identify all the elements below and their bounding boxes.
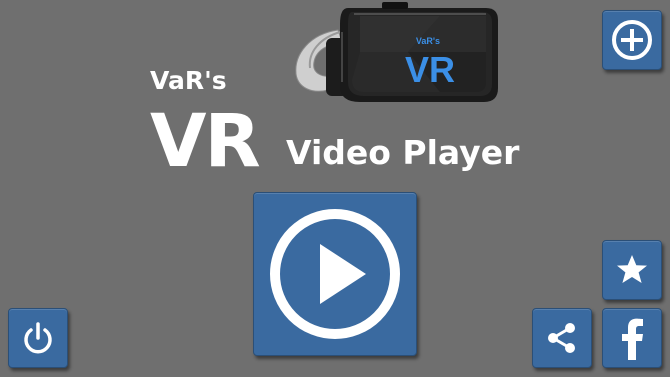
share-icon xyxy=(548,323,575,353)
app-title-subtitle: Video Player xyxy=(286,133,520,172)
power-icon xyxy=(24,322,52,354)
share-button[interactable] xyxy=(532,308,592,368)
app-brand-label: VaR's xyxy=(150,66,227,95)
plus-circle-icon xyxy=(612,20,652,60)
star-icon xyxy=(617,255,647,283)
vr-headset-logo: VaR's VR xyxy=(290,2,505,108)
headset-brand-big: VR xyxy=(405,49,455,90)
headset-brand-small: VaR's xyxy=(416,36,440,46)
facebook-icon xyxy=(622,318,643,360)
play-circle-icon xyxy=(270,209,400,339)
play-button[interactable] xyxy=(253,192,417,356)
favorite-button[interactable] xyxy=(602,240,662,300)
main-menu-screen: VaR's VR VaR's VR Video Player xyxy=(0,0,670,377)
facebook-button[interactable] xyxy=(602,308,662,368)
add-button[interactable] xyxy=(602,10,662,70)
exit-button[interactable] xyxy=(8,308,68,368)
app-title-vr: VR xyxy=(150,99,261,184)
